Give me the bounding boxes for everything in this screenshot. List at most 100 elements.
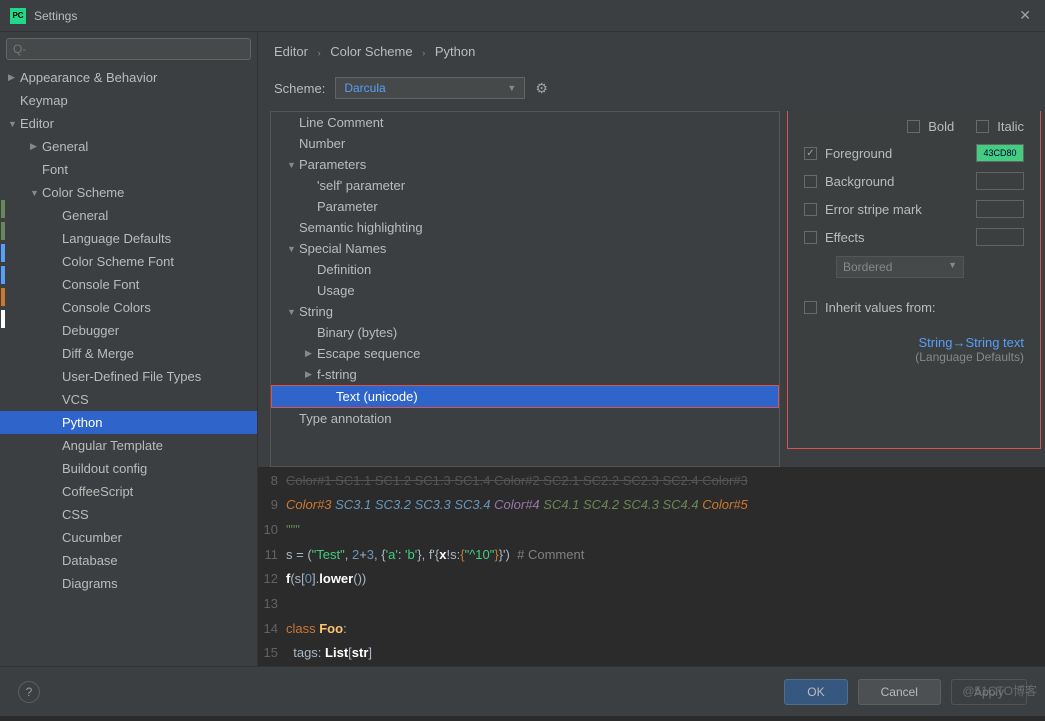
italic-checkbox[interactable]	[976, 120, 989, 133]
nav-label: General	[42, 139, 88, 154]
foreground-checkbox[interactable]	[804, 147, 817, 160]
nav-item[interactable]: ▶Appearance & Behavior	[0, 66, 257, 89]
app-icon: PC	[10, 8, 26, 24]
nav-item[interactable]: ▶General	[0, 135, 257, 158]
expand-icon: ▶	[30, 141, 42, 152]
nav-item[interactable]: Diff & Merge	[0, 342, 257, 365]
breadcrumb: Editor › Color Scheme › Python	[258, 32, 1045, 71]
expand-icon: ▶	[305, 369, 317, 380]
effects-type-select[interactable]: Bordered ▼	[836, 256, 964, 278]
attr-label: Parameters	[299, 157, 366, 172]
close-icon[interactable]: ✕	[1015, 3, 1035, 28]
scheme-value: Darcula	[344, 81, 385, 95]
attr-item[interactable]: 'self' parameter	[271, 175, 779, 196]
nav-item[interactable]: ▼Editor	[0, 112, 257, 135]
nav-item[interactable]: Language Defaults	[0, 227, 257, 250]
attr-label: String	[299, 304, 333, 319]
nav-item[interactable]: CSS	[0, 503, 257, 526]
attr-label: Parameter	[317, 199, 378, 214]
chevron-down-icon: ▼	[948, 260, 957, 274]
effects-swatch[interactable]	[976, 228, 1024, 246]
nav-label: Buildout config	[62, 461, 147, 476]
attr-label: f-string	[317, 367, 357, 382]
attr-item[interactable]: Definition	[271, 259, 779, 280]
attr-item[interactable]: Parameter	[271, 196, 779, 217]
nav-item[interactable]: Console Colors	[0, 296, 257, 319]
nav-item[interactable]: Database	[0, 549, 257, 572]
code-preview: 8Color#1 SC1.1 SC1.2 SC1.3 SC1.4 Color#2…	[258, 467, 1045, 667]
attr-item[interactable]: ▼Parameters	[271, 154, 779, 175]
nav-item[interactable]: Cucumber	[0, 526, 257, 549]
attribute-tree: Line CommentNumber▼Parameters'self' para…	[270, 111, 780, 467]
nav-item[interactable]: User-Defined File Types	[0, 365, 257, 388]
nav-item[interactable]: Console Font	[0, 273, 257, 296]
nav-label: Debugger	[62, 323, 119, 338]
background-label: Background	[825, 174, 894, 189]
nav-item[interactable]: ▼Color Scheme	[0, 181, 257, 204]
attr-item[interactable]: ▼String	[271, 301, 779, 322]
attr-label: Escape sequence	[317, 346, 420, 361]
expand-icon: ▼	[287, 244, 299, 254]
nav-item[interactable]: Font	[0, 158, 257, 181]
nav-item[interactable]: Buildout config	[0, 457, 257, 480]
scheme-label: Scheme:	[274, 81, 325, 96]
expand-icon: ▶	[8, 72, 20, 83]
settings-content: Editor › Color Scheme › Python Scheme: D…	[258, 32, 1045, 666]
italic-label: Italic	[997, 119, 1024, 134]
help-button[interactable]: ?	[18, 681, 40, 703]
attr-label: Usage	[317, 283, 355, 298]
attr-item[interactable]: ▼Special Names	[271, 238, 779, 259]
bold-label: Bold	[928, 119, 954, 134]
attr-label: Special Names	[299, 241, 386, 256]
nav-item[interactable]: Debugger	[0, 319, 257, 342]
attr-item[interactable]: Text (unicode)	[271, 385, 779, 408]
inherit-link[interactable]: String→String text	[804, 335, 1024, 350]
attr-item[interactable]: Semantic highlighting	[271, 217, 779, 238]
effects-checkbox[interactable]	[804, 231, 817, 244]
bold-checkbox[interactable]	[907, 120, 920, 133]
attr-label: 'self' parameter	[317, 178, 405, 193]
nav-item[interactable]: Angular Template	[0, 434, 257, 457]
nav-label: Color Scheme Font	[62, 254, 174, 269]
error-stripe-label: Error stripe mark	[825, 202, 922, 217]
attr-item[interactable]: Number	[271, 133, 779, 154]
breadcrumb-python: Python	[435, 44, 475, 59]
attr-item[interactable]: Type annotation	[271, 408, 779, 429]
foreground-swatch[interactable]: 43CD80	[976, 144, 1024, 162]
chevron-down-icon: ▼	[507, 83, 516, 93]
nav-item[interactable]: Keymap	[0, 89, 257, 112]
error-stripe-swatch[interactable]	[976, 200, 1024, 218]
inherit-checkbox[interactable]	[804, 301, 817, 314]
attr-label: Line Comment	[299, 115, 384, 130]
scheme-select[interactable]: Darcula ▼	[335, 77, 525, 99]
nav-item[interactable]: VCS	[0, 388, 257, 411]
nav-item[interactable]: Python	[0, 411, 257, 434]
attr-label: Type annotation	[299, 411, 392, 426]
settings-nav-tree: ▶Appearance & BehaviorKeymap▼Editor▶Gene…	[0, 66, 257, 666]
attr-item[interactable]: ▶Escape sequence	[271, 343, 779, 364]
breadcrumb-editor[interactable]: Editor	[274, 44, 308, 59]
nav-item[interactable]: CoffeeScript	[0, 480, 257, 503]
nav-label: Cucumber	[62, 530, 122, 545]
background-checkbox[interactable]	[804, 175, 817, 188]
background-swatch[interactable]	[976, 172, 1024, 190]
cancel-button[interactable]: Cancel	[858, 679, 941, 705]
attr-item[interactable]: Usage	[271, 280, 779, 301]
window-title: Settings	[34, 9, 77, 23]
nav-item[interactable]: General	[0, 204, 257, 227]
attr-item[interactable]: Binary (bytes)	[271, 322, 779, 343]
settings-sidebar: ▶Appearance & BehaviorKeymap▼Editor▶Gene…	[0, 32, 258, 666]
nav-item[interactable]: Diagrams	[0, 572, 257, 595]
expand-icon: ▼	[287, 307, 299, 317]
nav-label: General	[62, 208, 108, 223]
search-input[interactable]	[6, 38, 251, 60]
attr-item[interactable]: Line Comment	[271, 112, 779, 133]
ok-button[interactable]: OK	[784, 679, 847, 705]
expand-icon: ▼	[8, 119, 20, 129]
expand-icon: ▼	[30, 188, 42, 198]
breadcrumb-colorscheme[interactable]: Color Scheme	[330, 44, 412, 59]
gear-icon[interactable]: ⚙	[535, 80, 548, 97]
nav-item[interactable]: Color Scheme Font	[0, 250, 257, 273]
error-stripe-checkbox[interactable]	[804, 203, 817, 216]
attr-item[interactable]: ▶f-string	[271, 364, 779, 385]
